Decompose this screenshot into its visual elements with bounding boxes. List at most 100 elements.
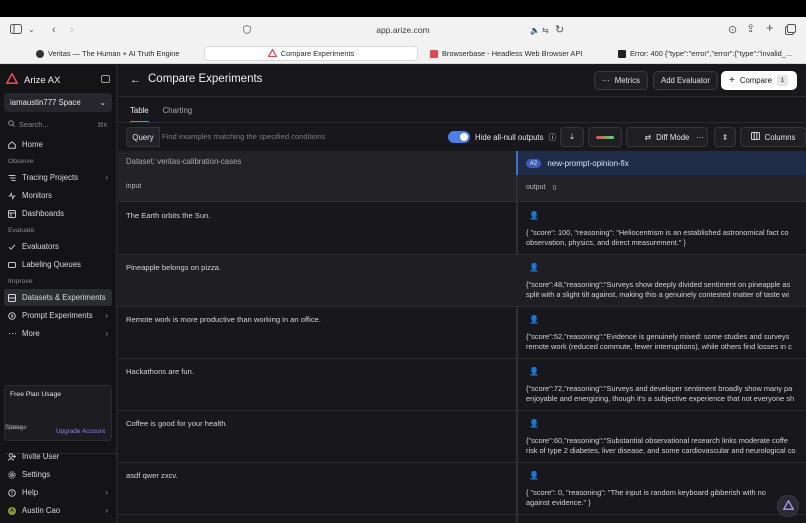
ellipsis-icon: ···: [8, 327, 17, 338]
sidebar-item-prompt-experiments[interactable]: Prompt Experiments ›: [4, 307, 112, 324]
query-label[interactable]: Query: [126, 127, 160, 147]
collapse-sidebar-icon[interactable]: [101, 75, 110, 83]
browser-tab-error[interactable]: Error: 400 {"type":"error","error":{"typ…: [612, 46, 806, 61]
tabs-divider: [118, 122, 806, 123]
expand-vertical-icon: ⇕: [721, 132, 729, 142]
annotate-icon[interactable]: 👤: [529, 367, 539, 377]
input-column-header[interactable]: input: [126, 183, 141, 190]
compare-count-badge: 1: [776, 75, 788, 86]
sidebar-item-home[interactable]: Home: [4, 136, 112, 153]
compare-label: Compare: [739, 76, 772, 85]
usage-title: Free Plan Usage: [10, 391, 62, 398]
free-plan-usage: Free Plan Usage Spans Storage Upgrade Ac…: [4, 385, 693, 454]
sidebar-item-dashboards[interactable]: Dashboards: [4, 205, 112, 222]
browser-tab-veritas[interactable]: Veritas — The Human + AI Truth Engine: [30, 46, 200, 61]
upgrade-account-link[interactable]: Upgrade Account: [56, 428, 105, 435]
translate-icon[interactable]: ⇆: [542, 25, 549, 37]
experiment-column-header[interactable]: #2 new-prompt-opinion-fix: [516, 151, 806, 175]
reload-icon[interactable]: ↻: [555, 24, 564, 36]
new-tab-icon[interactable]: +: [766, 21, 774, 34]
tab-charting[interactable]: Charting: [163, 106, 192, 122]
columns-label: Columns: [764, 132, 796, 142]
row-input: Remote work is more productive than work…: [126, 315, 321, 324]
row-input: Hackathons are fun.: [126, 367, 194, 376]
sidebar-item-labeling-queues[interactable]: Labeling Queues: [4, 256, 112, 273]
compare-button[interactable]: + Compare 1: [721, 71, 797, 90]
table-row[interactable]: Hackathons are fun. 👤 {"score":72,"reaso…: [118, 359, 806, 411]
sidebar-search[interactable]: Search... ⌘K: [4, 117, 112, 132]
columns-button[interactable]: Columns: [740, 127, 806, 147]
experiment-table: Dataset: veritas-calibration-cases input…: [118, 151, 806, 523]
browser-tab-compare-experiments[interactable]: Compare Experiments: [204, 46, 418, 61]
sidebar-item-help[interactable]: ? Help ›: [4, 484, 112, 501]
search-shortcut: ⌘K: [97, 121, 108, 129]
label-icon: [8, 261, 16, 269]
table-row[interactable]: Coffee is good for your health. 👤 {"scor…: [118, 411, 806, 463]
app-sidebar: Arize AX iamaustin777 Space ⌄ Search... …: [0, 65, 693, 523]
plus-icon: +: [729, 75, 735, 86]
sidebar-item-more[interactable]: ··· More ›: [4, 325, 112, 342]
assistant-button[interactable]: [777, 495, 799, 517]
row-output: {"score":48,"reasoning":"Surveys show de…: [526, 280, 791, 299]
chevron-right-icon: ›: [105, 506, 108, 515]
sort-icon[interactable]: ⇳: [551, 184, 557, 192]
sidebar-item-label: Evaluators: [22, 242, 59, 251]
browser-tab-browserbase[interactable]: Browserbase - Headless Web Browser API: [424, 46, 606, 61]
download-icon[interactable]: ⊙: [728, 24, 737, 36]
sidebar-item-monitors[interactable]: Monitors: [4, 187, 112, 204]
row-input: asdf qwer zxcv.: [126, 471, 178, 480]
back-arrow-icon[interactable]: ←: [130, 74, 141, 86]
table-row[interactable]: The Earth orbits the Sun. 👤 { "score": 1…: [118, 203, 806, 255]
share-icon[interactable]: ⇪: [746, 23, 755, 35]
tab-overview-icon[interactable]: [785, 24, 796, 38]
sidebar-item-label: More: [22, 329, 40, 338]
tracing-icon: [8, 174, 16, 182]
annotate-icon[interactable]: 👤: [529, 211, 539, 221]
add-evaluator-button[interactable]: Add Evaluator: [653, 71, 718, 90]
table-row[interactable]: Pineapple belongs on pizza. 👤 {"score":4…: [118, 255, 806, 307]
experiment-name: new-prompt-opinion-fix: [547, 158, 629, 168]
space-selector[interactable]: iamaustin777 Space ⌄: [4, 93, 112, 112]
annotate-icon[interactable]: 👤: [529, 471, 539, 481]
color-legend-button[interactable]: [588, 127, 622, 147]
table-row[interactable]: asdf qwer zxcv. 👤 { "score": 0, "reasoni…: [118, 463, 806, 515]
row-height-button[interactable]: ⇕: [714, 127, 736, 147]
more-options-button[interactable]: ···: [690, 127, 710, 147]
table-row[interactable]: Remote work is more productive than work…: [118, 307, 806, 359]
download-button[interactable]: ⤓: [560, 127, 584, 147]
dashboard-icon: [8, 209, 16, 218]
brand[interactable]: Arize AX: [5, 72, 61, 87]
hide-null-toggle[interactable]: [448, 131, 470, 143]
row-input: The Earth orbits the Sun.: [126, 211, 211, 220]
brand-name: Arize AX: [24, 74, 61, 86]
annotate-icon[interactable]: 👤: [529, 263, 539, 273]
address-bar[interactable]: app.arize.com: [0, 25, 806, 35]
query-input[interactable]: Find examples matching the specified con…: [162, 132, 325, 141]
sidebar-item-invite-user[interactable]: Invite User: [4, 448, 112, 465]
dataset-icon: [8, 293, 16, 302]
annotate-icon[interactable]: 👤: [529, 315, 539, 325]
table-header: Dataset: veritas-calibration-cases input…: [118, 151, 806, 202]
sidebar-item-evaluators[interactable]: Evaluators: [4, 238, 112, 255]
sidebar-item-datasets-experiments[interactable]: Datasets & Experiments: [4, 289, 112, 306]
sidebar-item-label: Labeling Queues: [22, 260, 81, 269]
chevron-right-icon: ›: [105, 173, 108, 182]
tab-label: Compare Experiments: [280, 49, 355, 58]
sidebar-item-settings[interactable]: Settings: [4, 466, 112, 483]
speaker-icon[interactable]: 🔈: [530, 25, 540, 37]
sidebar-item-label: Dashboards: [22, 209, 65, 218]
diff-mode-label: Diff Mode: [656, 132, 690, 142]
tab-table[interactable]: Table: [130, 106, 149, 122]
output-column-header[interactable]: output ⇳: [526, 184, 557, 192]
metrics-button[interactable]: ··· Metrics: [594, 71, 648, 90]
sidebar-item-tracing-projects[interactable]: Tracing Projects ›: [4, 169, 112, 186]
annotate-icon[interactable]: 👤: [529, 419, 539, 429]
avatar: A: [8, 506, 16, 515]
sidebar-item-label: Monitors: [22, 191, 52, 200]
info-icon[interactable]: ⓘ: [549, 133, 557, 142]
tab-label: Veritas — The Human + AI Truth Engine: [48, 49, 180, 58]
user-menu[interactable]: A Austin Cao ›: [4, 502, 112, 519]
home-icon: [8, 140, 16, 149]
chevron-right-icon: ›: [105, 311, 108, 320]
row-output: {"score":52,"reasoning":"Evidence is gen…: [526, 332, 792, 351]
